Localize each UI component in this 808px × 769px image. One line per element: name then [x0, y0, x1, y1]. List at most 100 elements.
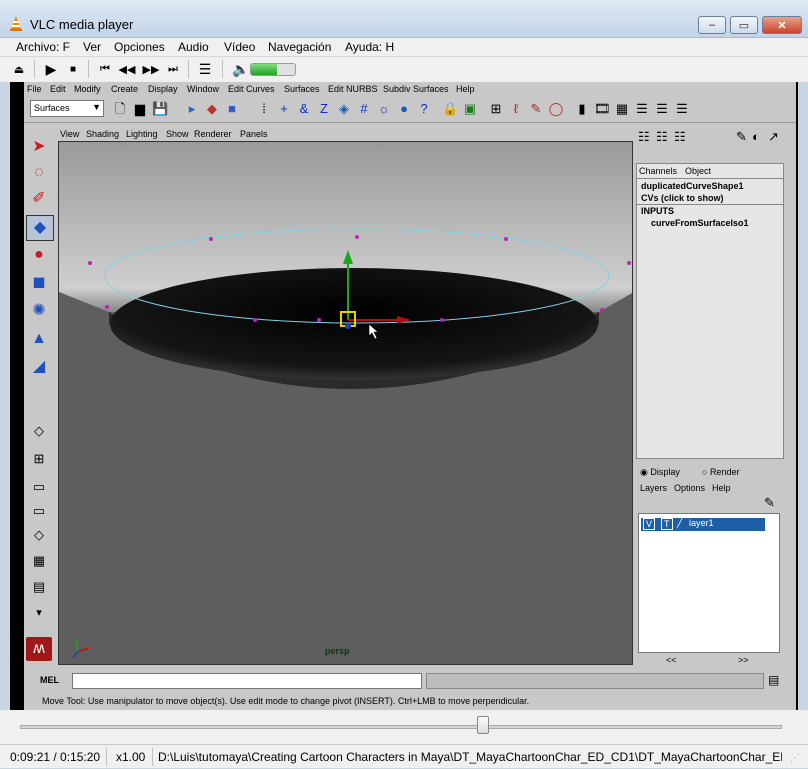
- shelf-icon-ipr[interactable]: ●: [396, 101, 412, 117]
- menu-video[interactable]: Vídeo: [224, 40, 255, 54]
- shelf-icon-open[interactable]: ▆: [132, 101, 148, 117]
- eject-icon[interactable]: ⏏: [10, 61, 28, 77]
- close-button[interactable]: ✕: [762, 16, 802, 34]
- shelf-icon-select-component[interactable]: ■: [224, 101, 240, 117]
- lasso-icon[interactable]: ◌: [26, 161, 52, 185]
- maya-menu-edit[interactable]: Edit: [50, 84, 66, 94]
- layer-scroll[interactable]: << >>: [638, 655, 780, 665]
- tool-layout-icon[interactable]: ☷: [674, 129, 686, 145]
- tab-object[interactable]: Object: [685, 166, 711, 176]
- universal-manip-icon[interactable]: ✺: [26, 299, 52, 323]
- shelf-icon-grid[interactable]: ⊞: [488, 101, 504, 117]
- shelf-icon-snap-curve[interactable]: +: [276, 101, 292, 117]
- seek-handle[interactable]: [476, 716, 489, 734]
- shelf-icon-snap-grid[interactable]: ⁞: [256, 101, 272, 117]
- maya-menu-subdiv[interactable]: Subdiv Surfaces: [383, 84, 449, 94]
- minimize-button[interactable]: –: [698, 16, 726, 34]
- paint-icon[interactable]: ✎: [736, 129, 747, 145]
- layout-four-icon[interactable]: ⊞: [26, 447, 52, 471]
- maya-menu-modify[interactable]: Modify: [74, 84, 101, 94]
- shelf-icon-new[interactable]: 🗋: [112, 101, 128, 117]
- fast-forward-icon[interactable]: ▶▶: [142, 61, 160, 77]
- shelf-icon-help[interactable]: ?: [416, 101, 432, 117]
- menu-ver[interactable]: Ver: [83, 40, 101, 54]
- scroll-left-arrow[interactable]: <<: [666, 655, 677, 665]
- shelf-icon-panel-channel[interactable]: ☰: [674, 101, 690, 117]
- shader-ball-icon[interactable]: ◐: [752, 129, 760, 144]
- panel-menu-lighting[interactable]: Lighting: [126, 129, 158, 139]
- panel-menu-renderer[interactable]: Renderer: [194, 129, 232, 139]
- maya-menu-file[interactable]: File: [27, 84, 42, 94]
- layer-menu-layers[interactable]: Layers: [640, 483, 667, 493]
- mel-input[interactable]: [72, 673, 422, 689]
- panel-menu-shading[interactable]: Shading: [86, 129, 119, 139]
- soft-mod-icon[interactable]: ▲: [26, 327, 52, 351]
- shelf-icon-history[interactable]: #: [356, 101, 372, 117]
- shelf-icon-snap-view[interactable]: Z: [316, 101, 332, 117]
- play-icon[interactable]: ▶: [42, 61, 60, 77]
- panel-menu-panels[interactable]: Panels: [240, 129, 268, 139]
- next-icon[interactable]: ⏭: [164, 61, 182, 77]
- seek-track[interactable]: [20, 725, 782, 729]
- layout-two-icon[interactable]: ▭: [26, 475, 52, 499]
- shelf-icon-select-object[interactable]: ◆: [204, 101, 220, 117]
- playback-speed[interactable]: x1.00: [116, 750, 145, 764]
- layout-persp-graph-icon[interactable]: ◇: [26, 523, 52, 547]
- maya-menu-help[interactable]: Help: [456, 84, 475, 94]
- shelf-icon-select-hierarchy[interactable]: ▸: [184, 101, 200, 117]
- shelf-icon-panel-attr[interactable]: ☰: [634, 101, 650, 117]
- perspective-viewport[interactable]: persp: [58, 141, 633, 665]
- scroll-right-arrow[interactable]: >>: [738, 655, 749, 665]
- shelf-icon-snap-point[interactable]: &: [296, 101, 312, 117]
- shelf-icon-lock[interactable]: 🔒: [442, 101, 458, 117]
- shelf-icon-panel-tool[interactable]: ☰: [654, 101, 670, 117]
- shelf-icon-panel-single[interactable]: ▮: [574, 101, 590, 117]
- maya-menu-window[interactable]: Window: [187, 84, 219, 94]
- cvs-click-to-show[interactable]: CVs (click to show): [641, 193, 724, 203]
- layout-hypergraph-icon[interactable]: ▦: [26, 549, 52, 573]
- maya-menu-display[interactable]: Display: [148, 84, 178, 94]
- tab-channels[interactable]: Channels: [639, 166, 677, 176]
- menu-archivo[interactable]: Archivo: F: [16, 40, 70, 54]
- display-radio[interactable]: ◉ Display: [640, 467, 680, 478]
- menu-audio[interactable]: Audio: [178, 40, 209, 54]
- select-arrow-icon[interactable]: ➤: [26, 135, 52, 159]
- layout-more-icon[interactable]: ▾: [26, 601, 52, 625]
- input-node-name[interactable]: curveFromSurfaceIso1: [651, 218, 749, 228]
- playlist-icon[interactable]: ☰: [196, 61, 214, 77]
- scale-tool-icon[interactable]: ◼: [26, 271, 52, 295]
- paint-select-icon[interactable]: ✐: [26, 187, 52, 211]
- channel-node-name[interactable]: duplicatedCurveShape1: [641, 181, 744, 191]
- layer-row[interactable]: V T ╱ layer1: [641, 518, 765, 531]
- shelf-icon-panel-graph[interactable]: ▦: [614, 101, 630, 117]
- layer-menu-help[interactable]: Help: [712, 483, 731, 493]
- previous-icon[interactable]: ⏮: [96, 61, 114, 77]
- shelf-icon-curve-tool[interactable]: ℓ: [508, 101, 524, 117]
- maya-menu-edit-nurbs[interactable]: Edit NURBS: [328, 84, 378, 94]
- attr-layout-icon[interactable]: ☷: [656, 129, 668, 145]
- menu-navegacion[interactable]: Navegación: [268, 40, 331, 54]
- layout-single-icon[interactable]: ◇: [26, 419, 52, 443]
- script-editor-icon[interactable]: ▤: [768, 673, 779, 687]
- shelf-icon-panel-film[interactable]: 🎞: [594, 101, 611, 117]
- render-radio[interactable]: ○ Render: [702, 467, 739, 477]
- shelf-icon-circle[interactable]: ◯: [548, 101, 564, 117]
- shelf-icon-filter[interactable]: ▣: [462, 101, 478, 117]
- show-manip-icon[interactable]: ◢: [26, 355, 52, 379]
- shelf-icon-save[interactable]: 💾: [152, 101, 168, 117]
- layer-menu-options[interactable]: Options: [674, 483, 705, 493]
- layer-visibility-toggle[interactable]: V: [643, 518, 656, 530]
- show-manip-tool-icon[interactable]: ↗: [768, 129, 779, 145]
- shelf-icon-render[interactable]: ☼: [376, 101, 392, 117]
- menu-ayuda[interactable]: Ayuda: H: [345, 40, 394, 54]
- stop-icon[interactable]: ■: [64, 61, 82, 77]
- new-layer-icon[interactable]: ✎: [764, 495, 775, 511]
- menu-set-dropdown[interactable]: Surfaces ▼: [30, 100, 104, 117]
- elapsed-time[interactable]: 0:09:21 / 0:15:20: [10, 750, 100, 764]
- move-tool-icon[interactable]: ◆: [26, 215, 54, 241]
- maya-menu-create[interactable]: Create: [111, 84, 138, 94]
- menu-opciones[interactable]: Opciones: [114, 40, 165, 54]
- volume-icon[interactable]: 🔈: [232, 61, 250, 77]
- layout-stack-icon[interactable]: ▭: [26, 499, 52, 523]
- volume-slider[interactable]: [250, 63, 296, 76]
